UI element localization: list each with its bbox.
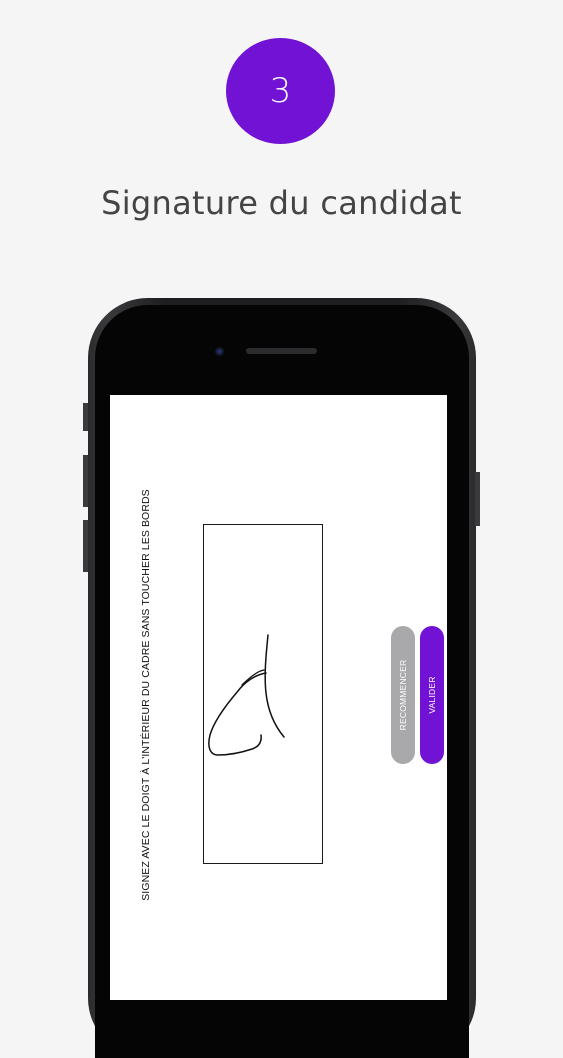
signature-instruction: SIGNEZ AVEC LE DOIGT À L'INTÉRIEUR DU CA… xyxy=(140,489,152,901)
page-title: Signature du candidat xyxy=(101,184,462,222)
restart-button[interactable]: RECOMMENCER xyxy=(391,626,415,764)
power-button xyxy=(475,472,480,526)
step-number-badge: 3 xyxy=(226,38,335,144)
front-camera-icon xyxy=(215,347,224,356)
volume-up-button xyxy=(83,455,88,507)
validate-button-label: VALIDER xyxy=(427,676,437,714)
earpiece-speaker xyxy=(246,348,317,354)
volume-down-button xyxy=(83,520,88,572)
mute-switch xyxy=(83,403,88,431)
restart-button-label: RECOMMENCER xyxy=(398,659,408,731)
signature-pad[interactable] xyxy=(203,524,323,864)
step-number: 3 xyxy=(269,71,292,111)
signature-stroke xyxy=(208,634,285,756)
validate-button[interactable]: VALIDER xyxy=(420,626,444,764)
